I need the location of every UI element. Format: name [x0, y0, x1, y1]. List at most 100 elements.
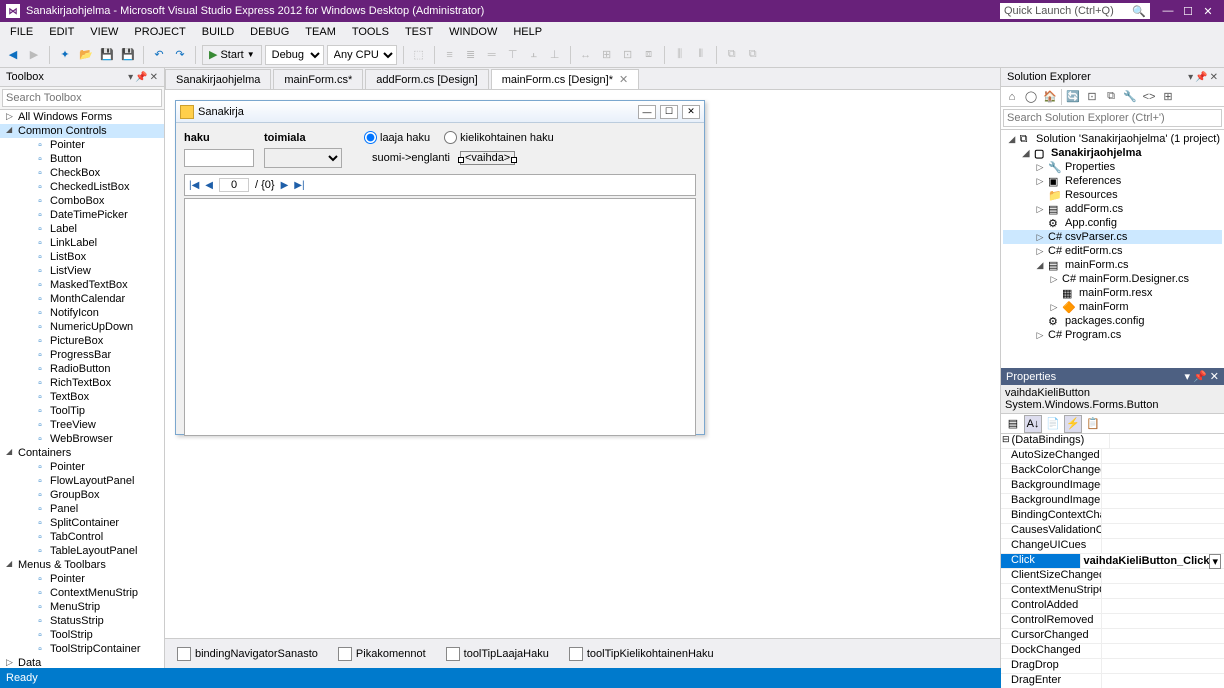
align-btn-6[interactable]: ⊥ [546, 46, 564, 64]
toolbox-item[interactable]: ▫Pointer [0, 572, 164, 586]
toolbox-item[interactable]: ▫GroupBox [0, 488, 164, 502]
solexp-node[interactable]: ▷C#mainForm.Designer.cs [1003, 272, 1222, 286]
undo-button[interactable]: ↶ [150, 46, 168, 64]
toolbox-item[interactable]: ▫TableLayoutPanel [0, 544, 164, 558]
prop-value[interactable] [1101, 674, 1224, 688]
menu-team[interactable]: TEAM [299, 24, 342, 40]
prop-row[interactable]: ControlRemoved [1001, 614, 1224, 629]
dropdown-icon[interactable]: ▾ [128, 72, 133, 83]
prop-row[interactable]: DragDrop [1001, 659, 1224, 674]
prop-value[interactable] [1101, 629, 1224, 643]
solexp-node[interactable]: ◢▢Sanakirjaohjelma [1003, 146, 1222, 160]
redo-button[interactable]: ↷ [171, 46, 189, 64]
pin-icon[interactable]: 📌 [135, 72, 147, 83]
tray-item[interactable]: Pikakomennot [338, 647, 426, 661]
solexp-node[interactable]: ▷C#Program.cs [1003, 328, 1222, 342]
expand-icon[interactable]: ▷ [1035, 204, 1045, 215]
toolbox-item[interactable]: ▫StatusStrip [0, 614, 164, 628]
solexp-node[interactable]: ⚙App.config [1003, 216, 1222, 230]
back-button[interactable]: ◀ [4, 46, 22, 64]
toolbox-item[interactable]: ▫ListBox [0, 250, 164, 264]
size-btn-4[interactable]: ⧈ [640, 46, 658, 64]
solexp-node[interactable]: ▷🔶mainForm [1003, 300, 1222, 314]
tray-item[interactable]: toolTipKielikohtainenHaku [569, 647, 714, 661]
save-all-button[interactable]: 💾 [119, 46, 137, 64]
solexp-node[interactable]: ▷▣References [1003, 174, 1222, 188]
toolbox-item[interactable]: ▫NotifyIcon [0, 306, 164, 320]
solexp-node[interactable]: ▷🔧Properties [1003, 160, 1222, 174]
menu-view[interactable]: VIEW [84, 24, 124, 40]
toolbox-item[interactable]: ▫Pointer [0, 138, 164, 152]
toolbox-item[interactable]: ▫MonthCalendar [0, 292, 164, 306]
close-icon[interactable]: ✕ [150, 72, 158, 83]
toolbox-item[interactable]: ▫FlowLayoutPanel [0, 474, 164, 488]
pin-icon[interactable]: 📌 [1195, 72, 1207, 83]
solexp-node[interactable]: ⚙packages.config [1003, 314, 1222, 328]
form-window[interactable]: Sanakirja — ☐ ✕ haku toimiala laaja haku… [175, 100, 705, 435]
quick-launch-input[interactable]: Quick Launch (Ctrl+Q) 🔍 [1000, 3, 1150, 19]
toolbox-item[interactable]: ▫ComboBox [0, 194, 164, 208]
prop-value[interactable] [1101, 524, 1224, 538]
document-tab[interactable]: addForm.cs [Design] [365, 69, 488, 89]
close-button[interactable]: ✕ [1198, 5, 1218, 18]
expand-icon[interactable]: ◢ [1035, 260, 1045, 271]
space-btn-2[interactable]: ⫴ [692, 46, 710, 64]
refresh-icon[interactable]: 🔄 [1065, 89, 1081, 105]
prop-value[interactable] [1101, 569, 1224, 583]
more-icon[interactable]: ⊞ [1160, 89, 1176, 105]
expand-icon[interactable]: ▷ [1035, 162, 1045, 173]
layout-btn-1[interactable]: ⬚ [410, 46, 428, 64]
toolbox-item[interactable]: ▫LinkLabel [0, 236, 164, 250]
binding-navigator[interactable]: |◀ ◀ 0 / {0} ▶ ▶| [184, 174, 696, 196]
space-btn-1[interactable]: ⫼ [671, 46, 689, 64]
prop-row[interactable]: ClientSizeChanged [1001, 569, 1224, 584]
form-minimize-button[interactable]: — [638, 105, 656, 119]
order-btn-1[interactable]: ⧉ [723, 46, 741, 64]
menu-debug[interactable]: DEBUG [244, 24, 295, 40]
align-btn[interactable]: ≡ [441, 46, 459, 64]
toolbox-item[interactable]: ▫Panel [0, 502, 164, 516]
expand-icon[interactable]: ◢ [1007, 134, 1017, 145]
props-icon[interactable]: 📄 [1044, 415, 1062, 433]
prop-value[interactable] [1101, 479, 1224, 493]
props-object-select[interactable]: vaihdaKieliButton System.Windows.Forms.B… [1001, 385, 1224, 414]
align-btn-2[interactable]: ≣ [462, 46, 480, 64]
prop-value[interactable]: vaihdaKieliButton_Click▾ [1080, 554, 1224, 568]
toolbox-item[interactable]: ▫NumericUpDown [0, 320, 164, 334]
toolbox-cat[interactable]: Containers [0, 446, 164, 460]
toolbox-cat[interactable]: Data [0, 656, 164, 668]
expand-icon[interactable]: ◢ [1021, 148, 1031, 159]
toolbox-item[interactable]: ▫RichTextBox [0, 376, 164, 390]
size-btn-3[interactable]: ⊡ [619, 46, 637, 64]
expand-icon[interactable]: ▷ [1035, 330, 1045, 341]
data-grid[interactable] [184, 198, 696, 436]
toolbox-item[interactable]: ▫CheckedListBox [0, 180, 164, 194]
prop-value[interactable] [1101, 584, 1224, 598]
toolbox-cat[interactable]: All Windows Forms [0, 110, 164, 124]
expand-icon[interactable]: ▷ [1049, 302, 1059, 313]
expand-icon[interactable]: ▷ [1035, 232, 1045, 243]
prop-value[interactable] [1101, 494, 1224, 508]
toolbox-item[interactable]: ▫Label [0, 222, 164, 236]
new-project-button[interactable]: ✦ [56, 46, 74, 64]
form-maximize-button[interactable]: ☐ [660, 105, 678, 119]
home-icon[interactable]: ⌂ [1004, 89, 1020, 105]
minimize-button[interactable]: — [1158, 5, 1178, 17]
toolbox-item[interactable]: ▫TextBox [0, 390, 164, 404]
prop-value[interactable] [1101, 464, 1224, 478]
prop-row[interactable]: ControlAdded [1001, 599, 1224, 614]
toolbox-item[interactable]: ▫RadioButton [0, 362, 164, 376]
solexp-node[interactable]: ▷▤addForm.cs [1003, 202, 1222, 216]
categorized-icon[interactable]: ▤ [1004, 415, 1022, 433]
prop-row[interactable]: BackgroundImageChanged [1001, 479, 1224, 494]
align-btn-3[interactable]: ═ [483, 46, 501, 64]
form-close-button[interactable]: ✕ [682, 105, 700, 119]
dropdown-icon[interactable]: ▾ [1188, 72, 1193, 83]
open-button[interactable]: 📂 [77, 46, 95, 64]
nav-position[interactable]: 0 [219, 178, 249, 192]
prop-row[interactable]: BackColorChanged [1001, 464, 1224, 479]
prop-value[interactable] [1101, 449, 1224, 463]
toolbox-item[interactable]: ▫TabControl [0, 530, 164, 544]
forward-button[interactable]: ▶ [25, 46, 43, 64]
prop-row[interactable]: BackgroundImageLayoutCh [1001, 494, 1224, 509]
